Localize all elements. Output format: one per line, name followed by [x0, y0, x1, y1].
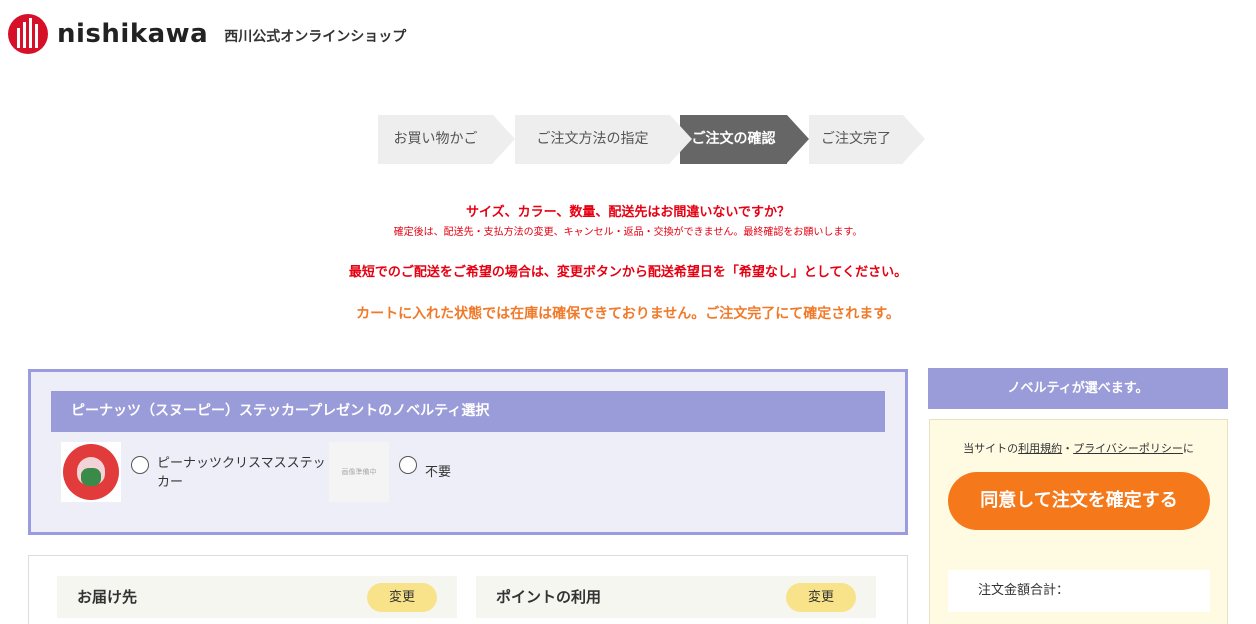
novelty-selection-box: ピーナッツ（スヌーピー）ステッカープレゼントのノベルティ選択 ピーナッツクリスマ…	[28, 369, 908, 535]
notice-stock: カートに入れた状態では在庫は確保できておりません。ご注文完了にて確定されます。	[356, 306, 900, 322]
notice-after-confirm: 確定後は、配送先・支払方法の変更、キャンセル・返品・交換ができません。最終確認を…	[393, 227, 863, 238]
order-details-panel: お届け先 変更 ポイントの利用 変更	[28, 555, 908, 624]
step-order-complete: ご注文完了	[809, 115, 925, 164]
none-radio[interactable]	[399, 456, 417, 474]
brand-name[interactable]: nishikawa	[57, 19, 208, 49]
points-title: ポイントの利用	[496, 588, 602, 606]
confirm-order-button[interactable]: 同意して注文を確定する	[948, 472, 1210, 530]
privacy-policy-link[interactable]: プライバシーポリシー	[1073, 442, 1183, 455]
brand-logo-icon[interactable]	[8, 14, 48, 54]
checkout-steps: お買い物かご ご注文方法の指定 ご注文の確認 ご注文完了	[378, 115, 925, 164]
novelty-option-sticker[interactable]: ピーナッツクリスマスステッカー	[61, 442, 327, 502]
delivery-change-button[interactable]: 変更	[367, 583, 437, 612]
shop-name: 西川公式オンラインショップ	[224, 29, 407, 45]
terms-separator: ・	[1062, 442, 1074, 455]
site-header: nishikawa 西川公式オンラインショップ	[8, 12, 406, 56]
sticker-option-label[interactable]: ピーナッツクリスマスステッカー	[157, 454, 327, 492]
novelty-option-none[interactable]: 画像準備中 不要	[329, 442, 485, 502]
step-order-confirm: ご注文の確認	[680, 115, 809, 164]
terms-notice: 当サイトの利用規約・プライバシーポリシーに	[930, 440, 1227, 456]
terms-link[interactable]: 利用規約	[1018, 442, 1062, 455]
points-change-button[interactable]: 変更	[786, 583, 856, 612]
placeholder-text: 画像準備中	[341, 468, 377, 476]
delivery-section-header: お届け先 変更	[57, 576, 457, 618]
confirm-box: 当サイトの利用規約・プライバシーポリシーに 同意して注文を確定する 注文金額合計…	[929, 419, 1228, 624]
none-option-label[interactable]: 不要	[425, 463, 485, 482]
notice-fastest-delivery: 最短でのご配送をご希望の場合は、変更ボタンから配送希望日を「希望なし」としてくだ…	[348, 265, 908, 280]
sticker-radio[interactable]	[131, 456, 149, 474]
step-order-method: ご注文方法の指定	[515, 115, 692, 164]
step-cart: お買い物かご	[378, 115, 515, 164]
notice-check: サイズ、カラー、数量、配送先はお間違いないですか？	[465, 205, 791, 220]
points-section-header: ポイントの利用 変更	[476, 576, 876, 618]
delivery-title: お届け先	[77, 588, 138, 606]
terms-prefix: 当サイトの	[963, 442, 1019, 455]
sticker-thumbnail	[61, 442, 121, 502]
placeholder-thumbnail: 画像準備中	[329, 442, 389, 502]
order-total: 注文金額合計：	[948, 570, 1210, 612]
novelty-heading: ピーナッツ（スヌーピー）ステッカープレゼントのノベルティ選択	[51, 391, 885, 432]
novelty-available-heading: ノベルティが選べます。	[928, 368, 1228, 409]
terms-suffix: に	[1182, 442, 1194, 455]
